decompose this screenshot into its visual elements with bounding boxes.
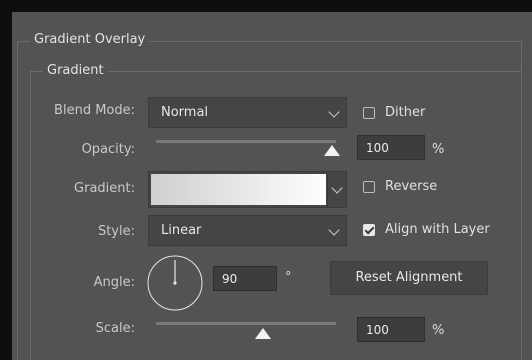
- reset-alignment-button[interactable]: Reset Alignment: [330, 261, 488, 295]
- blend-mode-value: Normal: [161, 105, 209, 120]
- opacity-slider-thumb[interactable]: [324, 145, 340, 156]
- subgroup-border-left: [30, 71, 31, 360]
- gradient-overlay-panel: Gradient Overlay Gradient Blend Mode: No…: [12, 12, 532, 360]
- opacity-label: Opacity:: [81, 142, 135, 157]
- gradient-preview-swatch[interactable]: [151, 174, 326, 205]
- reverse-label: Reverse: [385, 179, 438, 194]
- style-label: Style:: [97, 224, 135, 239]
- scale-unit: %: [432, 323, 445, 338]
- scale-slider-track[interactable]: [156, 322, 336, 325]
- subsection-title: Gradient: [43, 63, 108, 79]
- scale-slider-thumb[interactable]: [255, 328, 271, 339]
- group-border-left: [17, 41, 18, 360]
- scale-input[interactable]: 100: [357, 317, 425, 342]
- angle-dial[interactable]: [146, 254, 204, 312]
- opacity-unit: %: [432, 142, 445, 157]
- angle-label: Angle:: [93, 275, 135, 290]
- angle-unit: °: [285, 270, 292, 285]
- angle-input[interactable]: 90: [213, 266, 277, 291]
- align-with-layer-label: Align with Layer: [385, 222, 490, 237]
- blend-mode-dropdown[interactable]: Normal: [148, 97, 347, 128]
- gradient-divider: [327, 172, 328, 207]
- reverse-checkbox[interactable]: [363, 181, 375, 193]
- chevron-down-icon: [328, 106, 340, 118]
- gradient-label: Gradient:: [74, 181, 135, 196]
- chevron-down-icon[interactable]: [331, 182, 343, 194]
- opacity-slider-track[interactable]: [156, 140, 336, 143]
- scale-label: Scale:: [95, 321, 135, 336]
- section-title: Gradient Overlay: [30, 32, 150, 48]
- opacity-input[interactable]: 100: [357, 135, 425, 160]
- dither-label: Dither: [385, 105, 426, 120]
- blend-mode-label: Blend Mode:: [54, 103, 135, 118]
- style-dropdown[interactable]: Linear: [148, 215, 347, 246]
- style-value: Linear: [161, 223, 202, 238]
- dither-checkbox[interactable]: [363, 107, 375, 119]
- align-with-layer-checkbox[interactable]: [363, 224, 375, 236]
- group-border-right: [521, 41, 522, 360]
- gradient-picker[interactable]: [148, 171, 347, 208]
- chevron-down-icon: [328, 224, 340, 236]
